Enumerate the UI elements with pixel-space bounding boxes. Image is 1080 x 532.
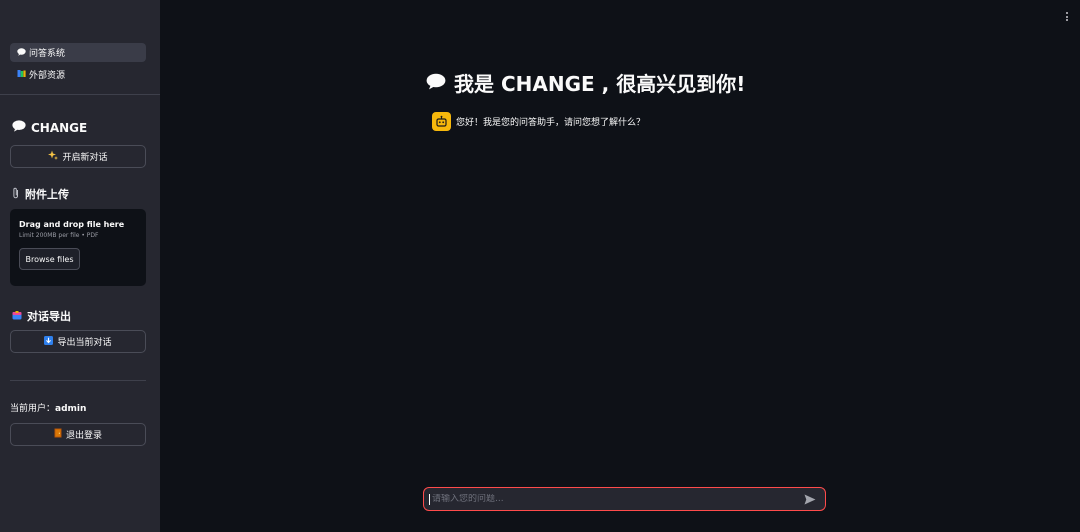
sidebar-brand: CHANGE [12, 120, 87, 135]
door-icon [54, 428, 62, 441]
speech-bubble-icon [16, 47, 26, 58]
brand-name: CHANGE [31, 120, 88, 135]
dropzone-title: Drag and drop file here [19, 220, 125, 229]
export-heading-label: 对话导出 [27, 310, 71, 323]
export-chat-button[interactable]: 导出当前对话 [10, 330, 146, 353]
download-arrow-icon [44, 335, 54, 348]
new-chat-label: 开启新对话 [62, 153, 108, 163]
upload-heading: 附件上传 [12, 186, 69, 202]
current-user-prefix: 当前用户： [10, 404, 56, 414]
main-menu-icon[interactable] [1066, 12, 1070, 21]
logout-button[interactable]: 退出登录 [10, 423, 146, 446]
current-username: admin [55, 404, 87, 414]
file-dropzone[interactable]: Drag and drop file here Limit 200MB per … [10, 209, 146, 286]
text-caret [429, 493, 430, 505]
export-heading: 对话导出 [12, 308, 71, 324]
page-title-text: 我是 CHANGE , 很高兴见到你! [454, 72, 746, 96]
dropzone-limit: Limit 200MB per file • PDF [19, 232, 99, 239]
sidebar-divider [10, 380, 146, 381]
books-icon [16, 69, 26, 80]
page-title: 我是 CHANGE , 很高兴见到你! [426, 68, 745, 97]
sparkles-icon [48, 150, 59, 163]
current-user: 当前用户：admin [10, 401, 86, 414]
package-icon [12, 310, 22, 323]
sidebar: 问答系统 外部资源 CHANGE 开启新对话 附件上传 Drag and dro… [0, 0, 160, 532]
speech-bubble-icon [426, 71, 446, 95]
nav-item-qa-system[interactable]: 问答系统 [10, 43, 146, 62]
nav-item-label: 外部资源 [29, 71, 66, 81]
message-text: 您好！我是您的问答助手，请问您想了解什么？ [456, 118, 646, 128]
nav-item-label: 问答系统 [29, 49, 66, 59]
sidebar-divider [0, 94, 160, 95]
new-chat-button[interactable]: 开启新对话 [10, 145, 146, 168]
paperclip-icon [12, 187, 20, 202]
logout-label: 退出登录 [65, 431, 102, 441]
browse-files-button[interactable]: Browse files [19, 248, 80, 270]
chat-input[interactable] [432, 494, 803, 504]
export-chat-label: 导出当前对话 [57, 338, 112, 348]
sidebar-nav: 问答系统 外部资源 [10, 43, 146, 87]
robot-icon [432, 112, 451, 131]
send-icon[interactable] [803, 492, 817, 506]
upload-heading-label: 附件上传 [25, 188, 69, 201]
chat-message-assistant: 您好！我是您的问答助手，请问您想了解什么？ [432, 112, 645, 131]
nav-item-external-resources[interactable]: 外部资源 [10, 65, 146, 84]
speech-bubble-icon [12, 120, 26, 135]
chat-input-bar[interactable] [423, 487, 826, 511]
